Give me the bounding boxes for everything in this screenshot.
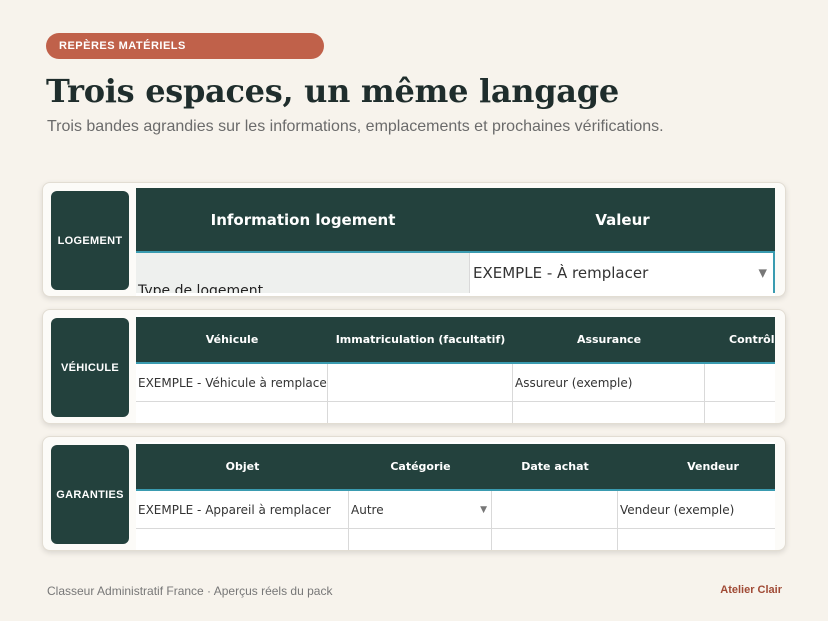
column-header[interactable]: Véhicule (136, 317, 328, 362)
table-cell[interactable] (349, 529, 492, 550)
table-cell[interactable] (492, 529, 618, 550)
cell-text: Type de logement (138, 283, 264, 293)
card-garanties: GARANTIES Objet Catégorie Date achat Ven… (42, 436, 786, 551)
card-tag-vehicule: VÉHICULE (51, 318, 129, 417)
card-tag-logement: LOGEMENT (51, 191, 129, 290)
card-logement: LOGEMENT Information logement Valeur Typ… (42, 182, 786, 297)
table-cell[interactable] (136, 402, 328, 423)
table-header-row: Information logement Valeur (136, 188, 775, 253)
page-subtitle: Trois bandes agrandies sur les informati… (47, 118, 664, 135)
cell-text: EXEMPLE - À remplacer (473, 264, 649, 282)
table-row (136, 529, 775, 550)
table-cell[interactable] (328, 402, 513, 423)
table-cell[interactable]: Assureur (exemple) (513, 364, 705, 402)
column-header[interactable]: Assurance (513, 317, 705, 362)
table-cell[interactable]: EXEMPLE - Appareil à remplacer (136, 491, 349, 529)
dropdown-arrow-icon[interactable]: ▼ (759, 267, 767, 280)
column-header[interactable]: Vendeur (618, 444, 775, 489)
section-badge: REPÈRES MATÉRIELS (46, 33, 324, 59)
spreadsheet-vehicule[interactable]: Véhicule Immatriculation (facultatif) As… (136, 315, 775, 423)
table-cell[interactable]: EXEMPLE - Véhicule à remplacer (136, 364, 328, 402)
table-row: EXEMPLE - Appareil à remplacer Autre ▼ V… (136, 491, 775, 529)
table-header-row: Véhicule Immatriculation (facultatif) As… (136, 317, 775, 364)
column-header[interactable]: Contrôle / (705, 317, 775, 362)
card-vehicule: VÉHICULE Véhicule Immatriculation (facul… (42, 309, 786, 424)
table-cell[interactable] (618, 529, 775, 550)
table-cell-label[interactable]: Type de logement (136, 253, 470, 293)
spreadsheet-logement[interactable]: Information logement Valeur Type de loge… (136, 188, 775, 296)
table-cell-dropdown[interactable]: Autre ▼ (349, 491, 492, 529)
table-cell[interactable] (705, 402, 775, 423)
dropdown-arrow-icon[interactable]: ▼ (480, 505, 487, 515)
footer-caption: Classeur Administratif France · Aperçus … (47, 584, 333, 598)
spreadsheet-garanties[interactable]: Objet Catégorie Date achat Vendeur EXEMP… (136, 442, 775, 550)
table-header-row: Objet Catégorie Date achat Vendeur (136, 444, 775, 491)
cell-text: Autre (351, 502, 384, 517)
table-row: EXEMPLE - Véhicule à remplacer Assureur … (136, 364, 775, 402)
table-cell[interactable] (492, 491, 618, 529)
footer-brand: Atelier Clair (720, 584, 782, 596)
table-cell[interactable]: Vendeur (exemple) (618, 491, 775, 529)
column-header[interactable]: Valeur (470, 188, 775, 251)
column-header[interactable]: Information logement (136, 188, 470, 251)
table-cell[interactable] (705, 364, 775, 402)
column-header[interactable]: Date achat (492, 444, 618, 489)
table-cell[interactable] (513, 402, 705, 423)
table-cell[interactable] (136, 529, 349, 550)
table-row: Type de logement EXEMPLE - À remplacer ▼ (136, 253, 775, 293)
table-cell-dropdown[interactable]: EXEMPLE - À remplacer ▼ (470, 253, 775, 293)
column-header[interactable]: Immatriculation (facultatif) (328, 317, 513, 362)
column-header[interactable]: Catégorie (349, 444, 492, 489)
column-header[interactable]: Objet (136, 444, 349, 489)
card-tag-garanties: GARANTIES (51, 445, 129, 544)
table-row (136, 402, 775, 423)
table-cell[interactable] (328, 364, 513, 402)
page-title: Trois espaces, un même langage (46, 72, 619, 110)
